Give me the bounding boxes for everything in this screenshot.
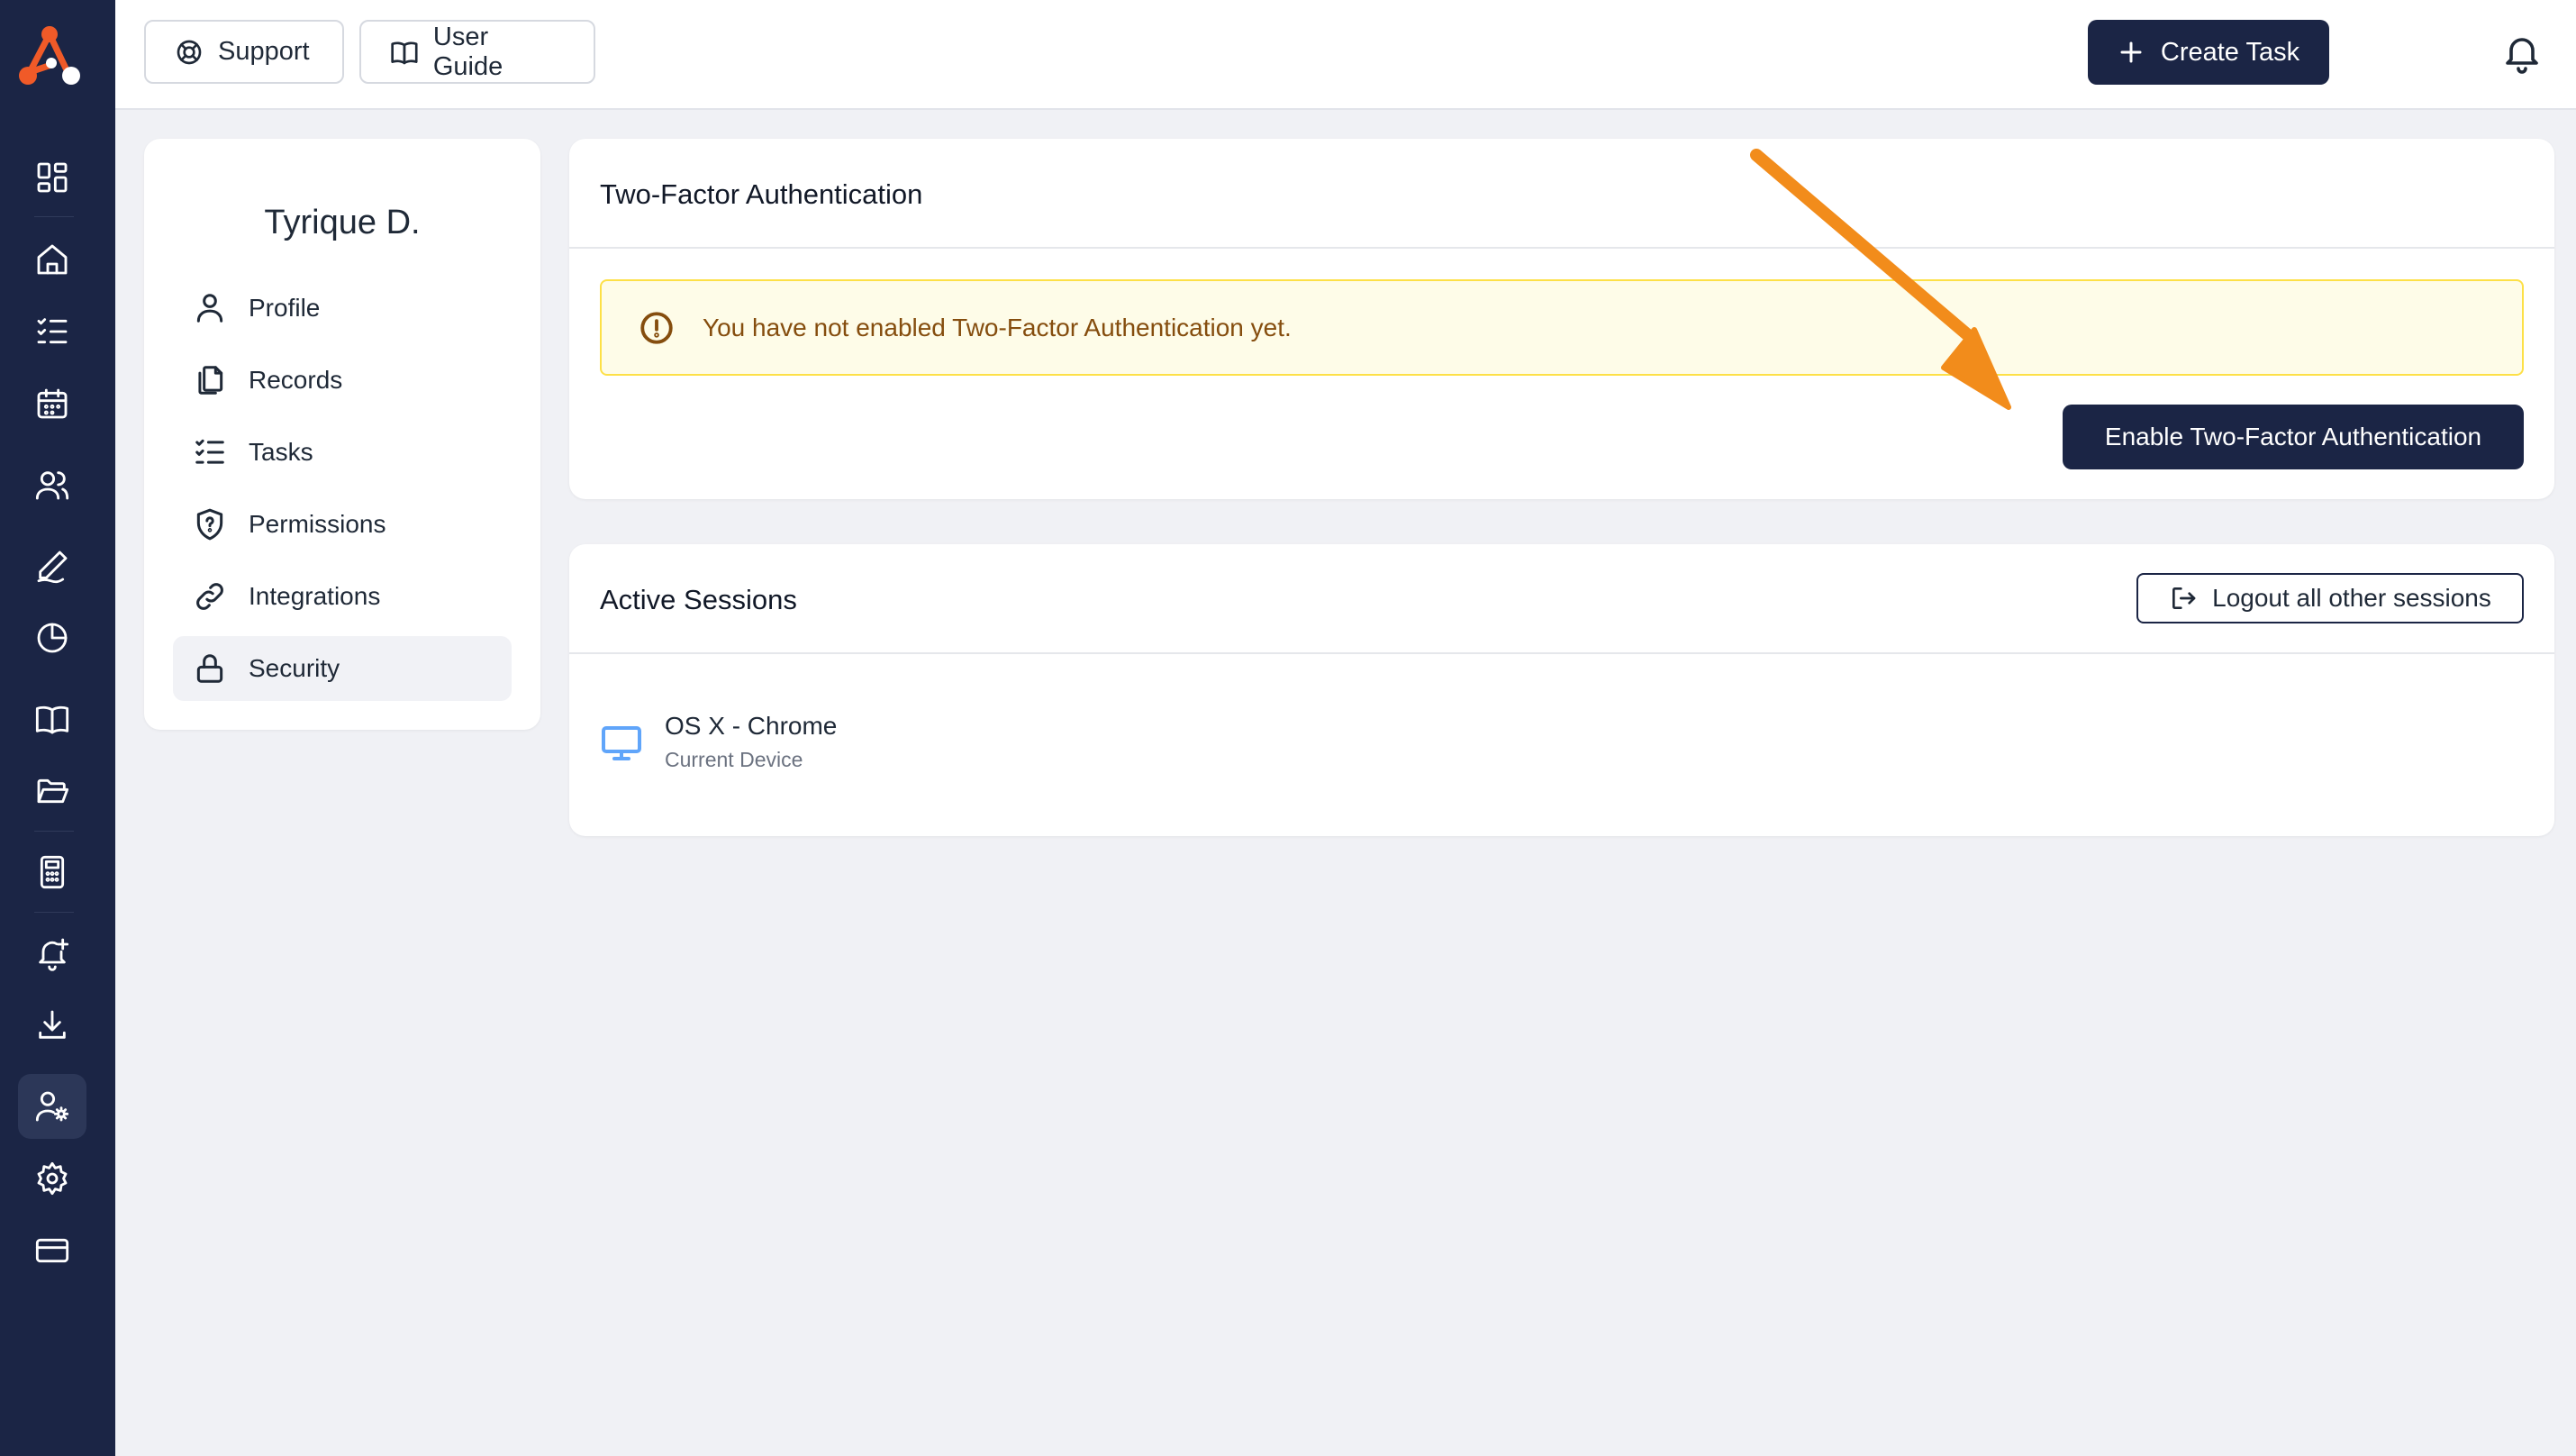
lock-icon [196, 654, 223, 683]
rail-settings[interactable] [18, 1146, 86, 1211]
alert-circle-icon [640, 311, 673, 344]
calendar-icon [37, 388, 68, 419]
monitor-icon [602, 725, 641, 760]
book-open-icon [391, 41, 418, 64]
profile-menu-label: Profile [249, 294, 321, 322]
rail-dashboard[interactable] [18, 145, 86, 210]
session-device-status: Current Device [665, 748, 803, 771]
profile-menu-label: Permissions [249, 510, 386, 538]
rail-home[interactable] [18, 227, 86, 292]
lifebuoy-icon [177, 40, 202, 64]
profile-menu-label: Security [249, 654, 340, 682]
alert-text: You have not enabled Two-Factor Authenti… [703, 313, 1292, 341]
rail-calendar[interactable] [18, 371, 86, 436]
rail-signature[interactable] [18, 533, 86, 598]
profile-menu-label: Records [249, 366, 343, 394]
profile-name: Tyrique D. [264, 204, 421, 241]
support-label: Support [218, 37, 310, 66]
bell-icon [2506, 38, 2538, 74]
user-settings-icon [35, 1091, 69, 1122]
profile-menu-permissions[interactable]: Permissions [173, 492, 512, 557]
download-icon [39, 1010, 66, 1039]
credit-card-icon [35, 1238, 69, 1263]
rail-tasks[interactable] [18, 299, 86, 364]
card-divider [569, 247, 2554, 249]
home-icon [37, 244, 68, 275]
session-item: OS X - Chrome Current Device [600, 712, 837, 772]
settings-gear-icon [37, 1161, 68, 1196]
shield-question-icon [196, 508, 223, 541]
profile-menu-label: Tasks [249, 438, 313, 466]
folder-open-icon [37, 778, 69, 804]
task-list-icon [37, 318, 68, 344]
book-open-icon [35, 705, 69, 734]
notifications-button[interactable] [2497, 27, 2547, 77]
logout-label: Logout all other sessions [2212, 584, 2491, 612]
rail-account-settings[interactable] [18, 1074, 86, 1139]
rail-billing[interactable] [18, 1218, 86, 1283]
user-guide-button[interactable]: User Guide [359, 20, 595, 84]
profile-menu-profile[interactable]: Profile [173, 276, 512, 341]
user-icon [196, 294, 223, 323]
enable-two-factor-button[interactable]: Enable Two-Factor Authentication [2063, 405, 2524, 469]
profile-menu-tasks[interactable]: Tasks [173, 420, 512, 485]
profile-menu-label: Integrations [249, 582, 381, 610]
copy-files-icon [198, 366, 223, 395]
rail-users[interactable] [18, 452, 86, 517]
rail-files[interactable] [18, 759, 86, 824]
active-sessions-card: Active Sessions Logout all other session… [569, 544, 2554, 836]
logout-icon [2172, 587, 2196, 609]
create-task-label: Create Task [2160, 37, 2300, 67]
logout-other-sessions-button[interactable]: Logout all other sessions [2136, 573, 2524, 623]
two-factor-title: Two-Factor Authentication [600, 178, 923, 210]
profile-menu-integrations[interactable]: Integrations [173, 564, 512, 629]
left-nav-rail [0, 0, 115, 1456]
task-list-icon [195, 439, 224, 464]
rail-downloads[interactable] [18, 993, 86, 1058]
active-sessions-title: Active Sessions [600, 584, 797, 615]
app-logo-icon[interactable] [15, 25, 84, 86]
create-task-button[interactable]: Create Task [2088, 20, 2329, 85]
rail-reminders[interactable] [18, 921, 86, 986]
link-icon [196, 583, 223, 610]
profile-sidebar-card: Tyrique D. Profile Records Tasks Permiss… [144, 139, 540, 730]
top-bar: Support User Guide Create Task TD [115, 0, 2576, 110]
plus-icon [2120, 41, 2142, 63]
support-button[interactable]: Support [144, 20, 344, 84]
bell-plus-icon [39, 938, 69, 971]
dashboard-icon [37, 162, 68, 193]
signature-icon [37, 551, 68, 584]
profile-menu-security[interactable]: Security [173, 636, 512, 701]
user-guide-label: User Guide [432, 22, 503, 81]
two-factor-warning-alert: You have not enabled Two-Factor Authenti… [600, 279, 2524, 376]
card-divider [569, 652, 2554, 654]
users-icon [35, 471, 69, 500]
session-device-name: OS X - Chrome [665, 712, 838, 740]
rail-calculator[interactable] [18, 840, 86, 905]
rail-reports[interactable] [18, 605, 86, 670]
two-factor-card: Two-Factor Authentication You have not e… [569, 139, 2554, 499]
rail-guide[interactable] [18, 687, 86, 751]
pie-chart-icon [37, 623, 68, 653]
calculator-icon [40, 855, 65, 889]
profile-menu-records[interactable]: Records [173, 348, 512, 413]
